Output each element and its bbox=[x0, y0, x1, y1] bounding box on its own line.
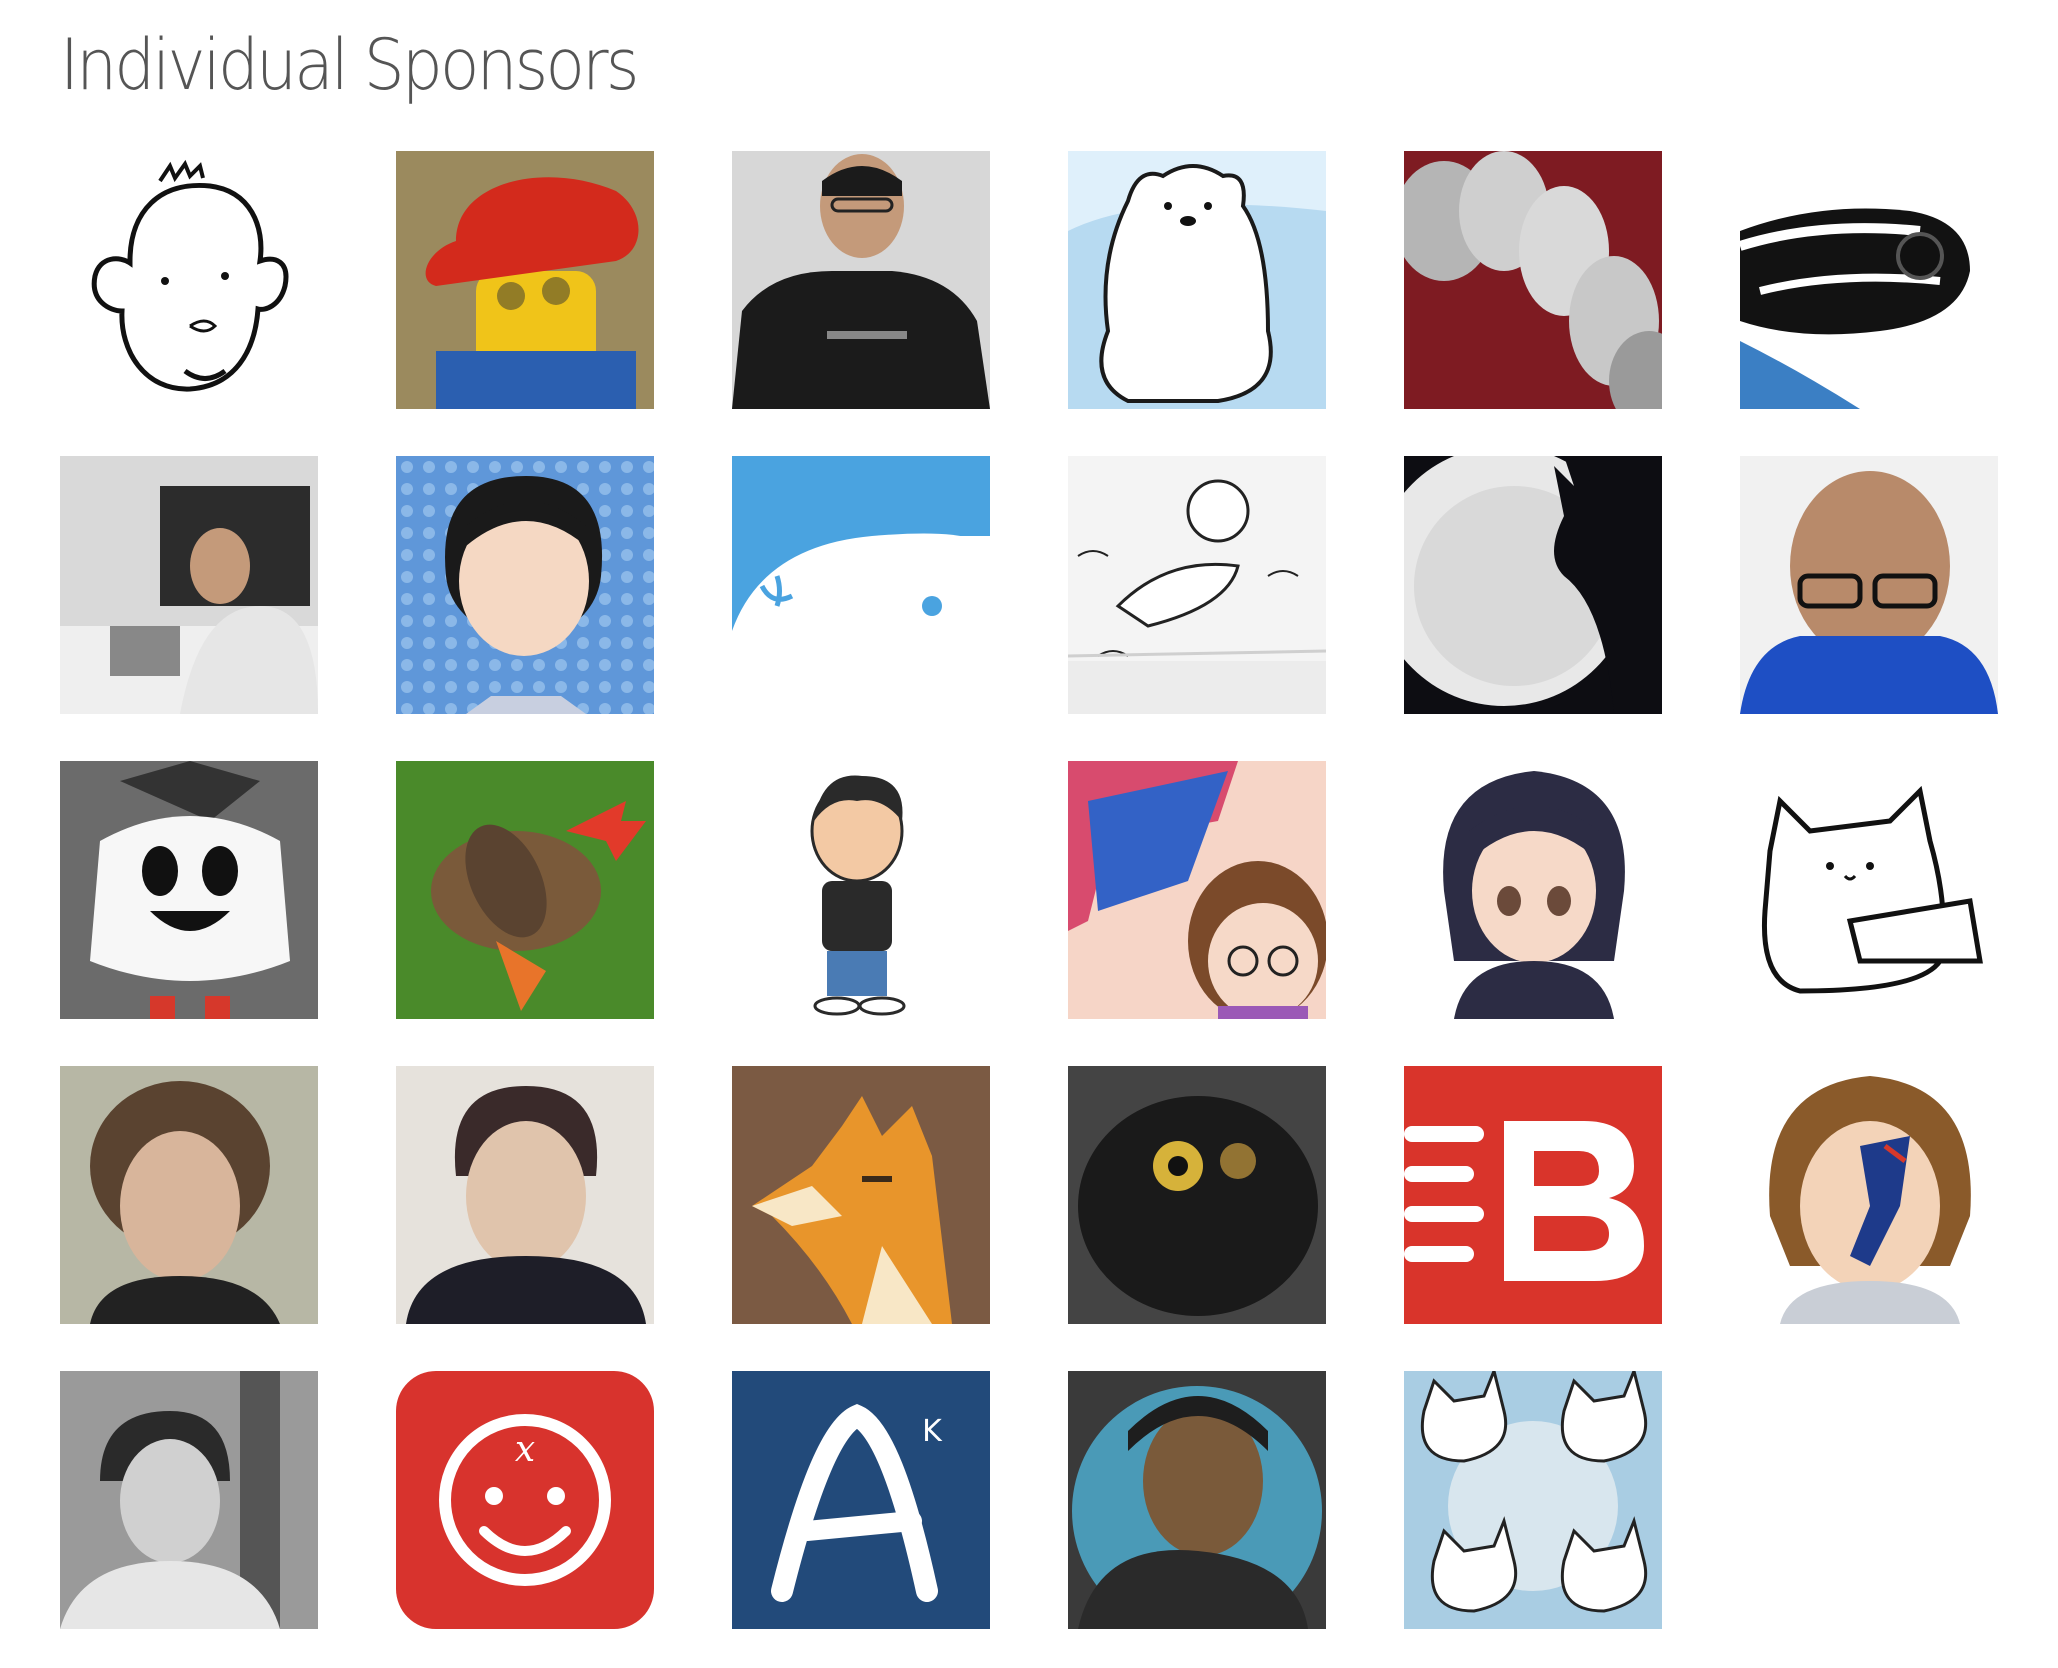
sponsor-link[interactable] bbox=[396, 456, 654, 714]
sponsor-link[interactable] bbox=[60, 761, 318, 1019]
sponsor-link[interactable] bbox=[732, 761, 990, 1019]
sponsor-link[interactable] bbox=[1068, 151, 1326, 409]
peanuts-style-boy-avatar bbox=[732, 761, 990, 1019]
sponsor-link[interactable] bbox=[396, 1066, 654, 1324]
bald-man-glasses-avatar bbox=[1740, 456, 1998, 714]
bear-sketch-avatar bbox=[1068, 456, 1326, 714]
red-b-logo-avatar bbox=[1404, 1066, 1662, 1324]
sponsor-link[interactable] bbox=[60, 1066, 318, 1324]
svg-text:K: K bbox=[922, 1414, 943, 1449]
white-cats-pattern-avatar bbox=[1404, 1371, 1662, 1629]
gray-segmented-shapes-avatar bbox=[1404, 151, 1662, 409]
sponsor-link[interactable] bbox=[732, 151, 990, 409]
man-black-tshirt-avatar bbox=[732, 151, 990, 409]
sponsor-link[interactable] bbox=[1068, 1066, 1326, 1324]
section-title: Individual Sponsors bbox=[60, 24, 639, 106]
sponsor-link[interactable] bbox=[1740, 1066, 1998, 1324]
pixel-fox-avatar bbox=[732, 1066, 990, 1324]
sponsor-link[interactable] bbox=[732, 456, 990, 714]
sponsor-link[interactable] bbox=[1740, 761, 1998, 1019]
navy-a-logo-avatar: K bbox=[732, 1371, 990, 1629]
sponsor-link[interactable]: K bbox=[732, 1371, 990, 1629]
white-cat-laptop-avatar bbox=[1740, 761, 1998, 1019]
man-glasses-monochrome-avatar bbox=[60, 1371, 318, 1629]
sponsor-link[interactable] bbox=[1740, 151, 1998, 409]
bearded-man-illustration-avatar bbox=[1068, 1371, 1326, 1629]
man-at-computer-avatar bbox=[60, 456, 318, 714]
lego-figure-red-cap-avatar bbox=[396, 151, 654, 409]
sponsor-link[interactable] bbox=[1404, 456, 1662, 714]
anime-girl-avatar bbox=[1404, 761, 1662, 1019]
sponsor-link[interactable] bbox=[396, 761, 654, 1019]
sponsor-link[interactable] bbox=[60, 456, 318, 714]
face-sketch-avatar bbox=[60, 151, 318, 409]
sponsor-link[interactable] bbox=[60, 1371, 318, 1629]
sponsor-link[interactable] bbox=[1404, 1371, 1662, 1629]
sponsor-link[interactable] bbox=[732, 1066, 990, 1324]
sponsor-link[interactable] bbox=[1740, 456, 1998, 714]
cat-silhouette-moon-avatar bbox=[1404, 456, 1662, 714]
sponsor-link[interactable]: x bbox=[396, 1371, 654, 1629]
comic-girl-glasses-avatar bbox=[1068, 761, 1326, 1019]
curly-hair-man-avatar bbox=[60, 1066, 318, 1324]
polar-bear-drawing-avatar bbox=[1068, 151, 1326, 409]
sponsor-link[interactable] bbox=[1068, 761, 1326, 1019]
sponsor-link[interactable] bbox=[1068, 456, 1326, 714]
black-fluffy-owl-avatar bbox=[1068, 1066, 1326, 1324]
duck-on-grass-avatar bbox=[396, 761, 654, 1019]
sponsor-grid: x K bbox=[60, 151, 2000, 1629]
sponsor-link[interactable] bbox=[1404, 761, 1662, 1019]
dark-hair-man-avatar bbox=[396, 1066, 654, 1324]
sponsor-link[interactable] bbox=[60, 151, 318, 409]
sponsor-link[interactable] bbox=[1068, 1371, 1326, 1629]
sponsor-link[interactable] bbox=[1404, 151, 1662, 409]
ghost-costume-avatar bbox=[60, 761, 318, 1019]
red-smiley-logo-avatar: x bbox=[396, 1371, 654, 1629]
sponsor-link[interactable] bbox=[396, 151, 654, 409]
poison-frog-avatar bbox=[1740, 151, 1998, 409]
sponsor-link[interactable] bbox=[1404, 1066, 1662, 1324]
svg-text:x: x bbox=[515, 1429, 535, 1470]
cartoon-man-flag-face-avatar bbox=[1740, 1066, 1998, 1324]
cartoon-girl-blue-dots-avatar bbox=[396, 456, 654, 714]
white-seal-blue-avatar bbox=[732, 456, 990, 714]
